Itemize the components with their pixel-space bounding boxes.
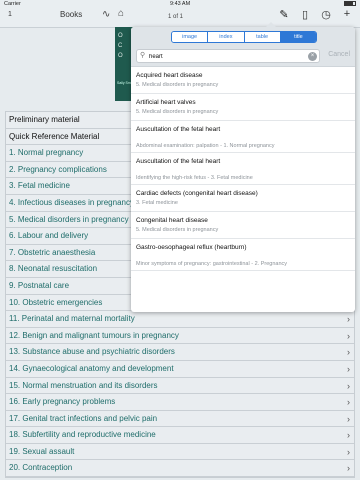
carrier-label: Carrier: [4, 1, 21, 7]
contents-item[interactable]: 12. Benign and malignant tumours in preg…: [6, 327, 354, 345]
search-result-item[interactable]: Congenital heart disease 5. Medical disor…: [131, 212, 355, 239]
contents-item-label: 14. Gynaecological anatomy and developme…: [9, 363, 174, 373]
segment-image[interactable]: image: [172, 32, 209, 42]
add-icon[interactable]: +: [340, 8, 354, 21]
contents-item-label: Preliminary material: [9, 115, 80, 124]
search-result-item[interactable]: Cardiac defects (congenital heart diseas…: [131, 185, 355, 212]
battery-icon: [344, 1, 356, 6]
cover-text: O: [118, 33, 123, 39]
back-button[interactable]: 1: [8, 11, 12, 18]
contents-item-label: 16. Early pregnancy problems: [9, 397, 116, 407]
cancel-button[interactable]: Cancel: [328, 51, 350, 58]
contents-item-label: 2. Pregnancy complications: [9, 164, 107, 174]
result-title: Congenital heart disease: [136, 217, 208, 224]
contents-item-label: 6. Labour and delivery: [9, 231, 89, 241]
app-window: Carrier 9:43 AM 1 Books ∿ ⌂ 1 of 1 ✎ ▯ ◷…: [0, 0, 360, 480]
chevron-right-icon: ›: [347, 347, 350, 358]
result-subtitle: 5. Medical disorders in pregnancy: [136, 227, 219, 233]
search-result-item[interactable]: Artificial heart valves 5. Medical disord…: [131, 94, 355, 121]
contents-item-label: 17. Genital tract infections and pelvic …: [9, 413, 158, 423]
toolbar-icons: ✎ ▯ ◷ +: [277, 8, 354, 21]
books-button[interactable]: Books: [60, 10, 82, 19]
contents-item-label: 18. Subfertility and reproductive medici…: [9, 430, 156, 440]
result-title: Auscultation of the fetal heart: [136, 158, 221, 165]
result-subtitle: Abdominal examination: palpation - 1. No…: [136, 143, 275, 149]
search-result-item[interactable]: Gastro-oesophageal reflux (heartburn) Min…: [131, 239, 355, 271]
result-subtitle: Identifying the high-risk fetus - 3. Fet…: [136, 175, 253, 181]
contents-item-label: 15. Normal menstruation and its disorder…: [9, 380, 158, 390]
contents-item-label: 3. Fetal medicine: [9, 181, 70, 191]
contents-item-label: 13. Substance abuse and psychiatric diso…: [9, 347, 175, 357]
result-title: Artificial heart valves: [136, 99, 196, 106]
chevron-right-icon: ›: [347, 413, 350, 424]
contents-item-label: 7. Obstetric anaesthesia: [9, 247, 96, 257]
contents-item-label: 8. Neonatal resuscitation: [9, 264, 98, 274]
cover-text: O: [118, 53, 123, 59]
page-indicator: 1 of 1: [168, 14, 184, 20]
chevron-right-icon: ›: [347, 314, 350, 325]
chevron-right-icon: ›: [347, 463, 350, 474]
search-result-item[interactable]: Acquired heart disease 5. Medical disorde…: [131, 67, 355, 94]
contents-item-label: 20. Contraception: [9, 463, 73, 473]
search-result-item[interactable]: Auscultation of the fetal heart Identifyi…: [131, 153, 355, 185]
search-popover: imageindextabletitle ⚲ × Cancel Acquired…: [131, 22, 355, 312]
result-title: Acquired heart disease: [136, 72, 203, 79]
contents-item-label: 9. Postnatal care: [9, 280, 70, 290]
chevron-right-icon: ›: [347, 397, 350, 408]
contents-item[interactable]: 20. Contraception ›: [6, 460, 354, 478]
search-input[interactable]: [149, 51, 309, 62]
contents-item[interactable]: 18. Subfertility and reproductive medici…: [6, 427, 354, 444]
segment-table[interactable]: table: [244, 32, 281, 42]
cover-text: C: [118, 43, 123, 49]
contents-item-label: 12. Benign and malignant tumours in preg…: [9, 330, 179, 340]
search-tools-icon[interactable]: ✎: [277, 8, 291, 21]
contents-item-label: 11. Perinatal and maternal mortality: [9, 314, 135, 324]
result-subtitle: Minor symptoms of pregnancy: gastrointes…: [136, 261, 288, 267]
result-subtitle: 5. Medical disorders in pregnancy: [136, 109, 219, 115]
result-subtitle: 5. Medical disorders in pregnancy: [136, 82, 219, 88]
contents-item[interactable]: 11. Perinatal and maternal mortality ›: [6, 311, 354, 328]
contents-item[interactable]: 19. Sexual assault ›: [6, 443, 354, 461]
search-results: Acquired heart disease 5. Medical disorde…: [131, 67, 355, 271]
contents-item-label: Quick Reference Material: [9, 131, 100, 141]
popover-header: imageindextabletitle ⚲ × Cancel: [131, 27, 355, 67]
contents-item[interactable]: 14. Gynaecological anatomy and developme…: [6, 360, 354, 378]
contents-item-label: 1. Normal pregnancy: [9, 148, 84, 158]
chevron-right-icon: ›: [347, 446, 350, 457]
chevron-right-icon: ›: [347, 380, 350, 391]
result-title: Auscultation of the fetal heart: [136, 126, 221, 133]
toolbar: 1 Books ∿ ⌂ 1 of 1 ✎ ▯ ◷ +: [0, 8, 360, 28]
search-icon: ⚲: [140, 52, 146, 59]
contents-item[interactable]: 16. Early pregnancy problems ›: [6, 394, 354, 411]
pulse-icon[interactable]: ∿: [102, 9, 110, 20]
contents-item-label: 10. Obstetric emergencies: [9, 297, 103, 307]
chevron-right-icon: ›: [347, 430, 350, 441]
status-bar: Carrier 9:43 AM: [0, 0, 360, 8]
contents-item[interactable]: 13. Substance abuse and psychiatric diso…: [6, 344, 354, 361]
home-icon[interactable]: ⌂: [118, 8, 124, 19]
contents-item[interactable]: 15. Normal menstruation and its disorder…: [6, 377, 354, 395]
result-title: Cardiac defects (congenital heart diseas…: [136, 190, 258, 197]
clear-icon[interactable]: ×: [308, 52, 317, 61]
result-subtitle: 3. Fetal medicine: [136, 200, 178, 206]
contents-item-label: 5. Medical disorders in pregnancy: [9, 214, 129, 224]
contents-item-label: 4. Infectious diseases in pregnancy: [9, 197, 134, 207]
contents-item-label: 19. Sexual assault: [9, 446, 75, 456]
segment-title[interactable]: title: [280, 32, 316, 42]
chevron-right-icon: ›: [347, 363, 350, 374]
clock: 9:43 AM: [170, 1, 191, 7]
search-field[interactable]: ⚲ ×: [136, 49, 320, 63]
chevron-right-icon: ›: [347, 330, 350, 341]
history-icon[interactable]: ◷: [319, 8, 333, 21]
result-title: Gastro-oesophageal reflux (heartburn): [136, 244, 247, 251]
contents-item[interactable]: 17. Genital tract infections and pelvic …: [6, 410, 354, 428]
cover-author: Sally Smi: [117, 81, 132, 85]
book-icon[interactable]: ▯: [298, 8, 312, 21]
segment-index[interactable]: index: [208, 32, 245, 42]
search-scope-segmented-control: image index table title: [171, 31, 317, 43]
search-result-item[interactable]: Auscultation of the fetal heart Abdominal…: [131, 121, 355, 153]
